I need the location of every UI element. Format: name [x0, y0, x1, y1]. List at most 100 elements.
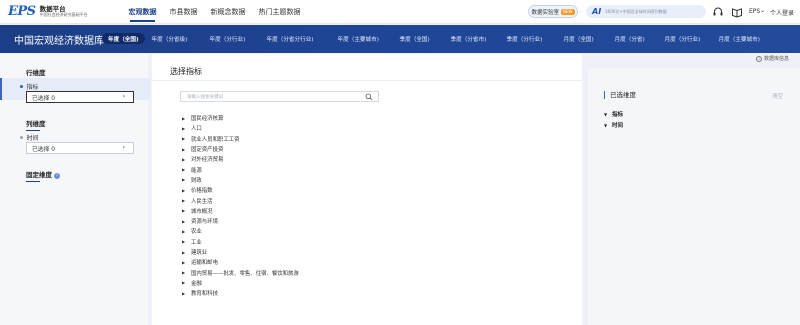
tree-item[interactable]: ▶ 农业: [182, 226, 299, 236]
tree-item[interactable]: ▶ 建筑业: [182, 247, 299, 257]
nav-item-hot-topic-data[interactable]: 热门主题数据: [252, 0, 307, 24]
chevron-right-icon: ›: [122, 93, 125, 100]
tab-quarterly-industry[interactable]: 季度（分行业): [507, 33, 564, 44]
search-icon[interactable]: [365, 93, 373, 101]
database-info-link[interactable]: i 数据库信息: [756, 55, 789, 62]
tree-item[interactable]: ▶ 金融: [182, 278, 299, 288]
caret-right-icon: ▶: [182, 177, 186, 183]
caret-right-icon: ▶: [182, 270, 186, 276]
tree-item[interactable]: ▶ 对外经济贸易: [182, 154, 299, 164]
tree-item[interactable]: ▶ 国民经济核算: [182, 113, 299, 123]
column-dimension-item-label: 时间: [26, 135, 39, 142]
data-lab-label: 数据实验室: [531, 9, 560, 16]
row-dimension-select[interactable]: 已选择 0 ›: [26, 91, 134, 103]
column-select-value: 已选择 0: [32, 146, 55, 153]
tab-annual-province[interactable]: 年度（分省级): [152, 33, 210, 44]
book-icon[interactable]: [731, 6, 743, 18]
tree-item[interactable]: ▶ 教育和科技: [182, 288, 299, 298]
new-badge: NEW: [561, 8, 575, 15]
chevron-down-icon[interactable]: ⌄: [760, 7, 765, 14]
fixed-dimension-title: 固定维度 i: [26, 169, 60, 182]
tab-quarterly-province[interactable]: 季度（分省市): [451, 33, 507, 44]
tree-item[interactable]: ▶ 运输和邮电: [182, 257, 299, 267]
tab-monthly-national[interactable]: 月度（全国): [564, 33, 615, 44]
clear-button[interactable]: 清空: [772, 92, 783, 100]
ai-search-box[interactable]: AI 3000亿+中国及全球时间序列数据: [586, 5, 706, 18]
personal-login-link[interactable]: 个人登录: [770, 8, 794, 17]
selected-dimensions-panel: 已选维度 清空 ▼ 指标 ▼ 时间: [588, 68, 800, 325]
tree-item[interactable]: ▶ 财政: [182, 175, 299, 185]
column-dimension-item[interactable]: 时间: [20, 133, 39, 142]
caret-down-icon: ▼: [604, 122, 608, 128]
caret-right-icon: ▶: [182, 125, 186, 131]
selected-dimension-time[interactable]: ▼ 时间: [604, 121, 623, 130]
selected-dimension-indicator[interactable]: ▼ 指标: [604, 110, 623, 119]
tab-annual-national[interactable]: 年度（全国): [102, 33, 145, 44]
caret-right-icon: ▶: [182, 167, 186, 173]
tree-item[interactable]: ▶ 人民生活: [182, 195, 299, 205]
tab-annual-major-cities[interactable]: 年度（主要城市): [338, 33, 400, 44]
ai-search-placeholder: 3000亿+中国及全球时间序列数据: [605, 8, 667, 14]
caret-right-icon: ▶: [182, 146, 186, 152]
tree-item[interactable]: ▶ 工业: [182, 237, 299, 247]
nav-item-macro-data[interactable]: 宏观数据: [122, 0, 163, 24]
info-icon[interactable]: i: [54, 173, 60, 179]
nav-item-new-concept-data[interactable]: 新概念数据: [204, 0, 252, 24]
top-navbar: EPS 数据平台 中国社会经济研究基础平台 宏观数据 市县数据 新概念数据 热门…: [0, 0, 800, 24]
caret-right-icon: ▶: [182, 218, 186, 224]
row-dimension-item[interactable]: 指标: [20, 82, 39, 91]
caret-right-icon: ▶: [182, 280, 186, 286]
column-dimension-select[interactable]: 已选择 0 ›: [26, 142, 134, 154]
divider: [152, 80, 582, 81]
user-menu-label[interactable]: EPS: [749, 8, 760, 15]
tree-item[interactable]: ▶ 能源: [182, 164, 299, 174]
caret-right-icon: ▶: [182, 290, 186, 296]
tree-item[interactable]: ▶ 人口: [182, 123, 299, 133]
fixed-dimension-label: 固定维度: [26, 171, 52, 179]
indicator-panel: 选择指标 请输入搜索关键词 ▶ 国民经济核算 ▶ 人口 ▶ 就业人员和职工工资 ▶ 固定…: [152, 54, 582, 325]
caret-right-icon: ▶: [182, 259, 186, 265]
caret-right-icon: ▶: [182, 239, 186, 245]
tree-item[interactable]: ▶ 就业人员和职工工资: [182, 134, 299, 144]
dimension-sidebar: 行维度 指标 已选择 0 › 列维度 时间 已选择 0 › 固定维度 i: [0, 54, 150, 325]
caret-right-icon: ▶: [182, 208, 186, 214]
tree-item[interactable]: ▶ 城市概况: [182, 206, 299, 216]
data-lab-button[interactable]: 数据实验室 NEW: [528, 5, 578, 18]
caret-right-icon: ▶: [182, 249, 186, 255]
caret-right-icon: ▶: [182, 198, 186, 204]
logo-subtitle: 中国社会经济研究基础平台: [39, 12, 88, 18]
row-dimension-item-label: 指标: [26, 84, 39, 91]
database-title: 中国宏观经济数据库: [14, 36, 104, 47]
database-header: 中国宏观经济数据库 年度（全国) 年度（分省级) 年度（分行业) 年度（分省分行…: [0, 25, 800, 53]
caret-right-icon: ▶: [182, 187, 186, 193]
row-dimension-title: 行维度: [26, 69, 46, 80]
search-input[interactable]: 请输入搜索关键词: [180, 91, 379, 102]
caret-right-icon: ▶: [182, 228, 186, 234]
tab-quarterly-national[interactable]: 季度（全国): [400, 33, 451, 44]
headset-icon[interactable]: [712, 6, 724, 18]
indicator-tree: ▶ 国民经济核算 ▶ 人口 ▶ 就业人员和职工工资 ▶ 固定资产投资 ▶ 对外经济贸易 ▶…: [182, 113, 299, 298]
frequency-tabs: 年度（全国) 年度（分省级) 年度（分行业) 年度（分省分行业) 年度（主要城市…: [102, 33, 760, 44]
tree-item[interactable]: ▶ 资源与环境: [182, 216, 299, 226]
caret-right-icon: ▶: [182, 115, 186, 121]
info-circle-icon: i: [756, 55, 762, 62]
tab-monthly-industry[interactable]: 月度（分行业): [665, 33, 719, 44]
tab-monthly-major-cities[interactable]: 月度（主要城市): [719, 33, 760, 44]
ai-logo: AI: [592, 7, 602, 16]
tree-item[interactable]: ▶ 国内贸易——批发、零售、住宿、餐饮和旅游: [182, 267, 299, 277]
database-info-label: 数据库信息: [764, 56, 790, 62]
main-nav: 宏观数据 市县数据 新概念数据 热门主题数据: [122, 0, 307, 24]
tab-monthly-province[interactable]: 月度（分省): [615, 33, 665, 44]
tab-annual-industry[interactable]: 年度（分行业): [210, 33, 267, 44]
tree-item[interactable]: ▶ 价格指数: [182, 185, 299, 195]
row-select-value: 已选择 0: [32, 95, 55, 102]
tab-annual-province-industry[interactable]: 年度（分省分行业): [267, 33, 338, 44]
search-placeholder: 请输入搜索关键词: [187, 94, 223, 100]
selected-dimensions-title: 已选维度: [604, 91, 636, 99]
eps-logo[interactable]: EPS 数据平台 中国社会经济研究基础平台: [8, 4, 112, 19]
logo-mark: EPS: [8, 4, 36, 19]
nav-item-county-data[interactable]: 市县数据: [163, 0, 204, 24]
tree-item[interactable]: ▶ 固定资产投资: [182, 144, 299, 154]
caret-right-icon: ▶: [182, 156, 186, 162]
caret-right-icon: ▶: [182, 136, 186, 142]
